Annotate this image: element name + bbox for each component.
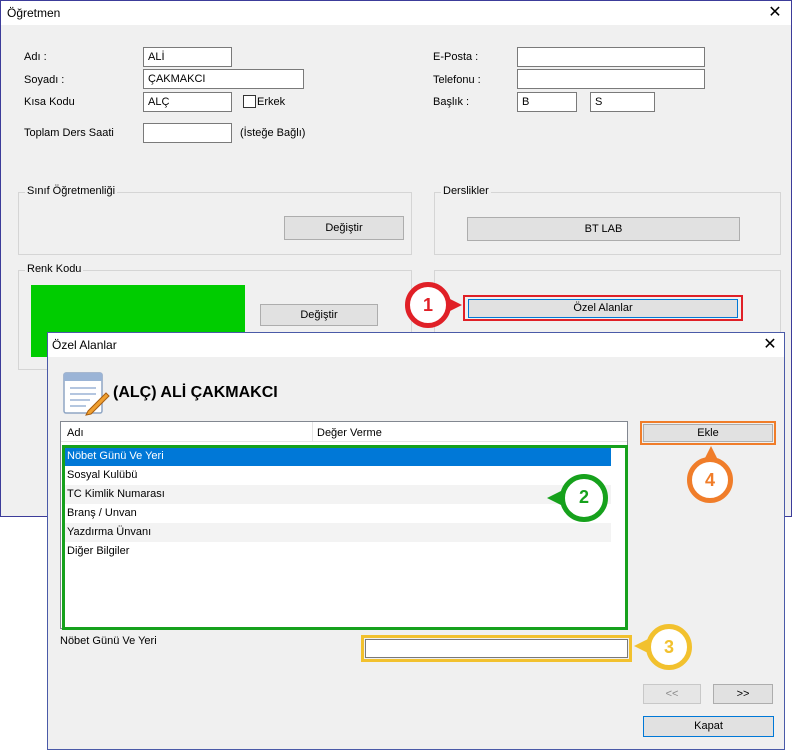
next-button[interactable]: >> [713,684,773,704]
courses-button[interactable]: BT LAB [467,217,740,241]
list-header-name-text: Adı [67,427,84,439]
step-4-number: 4 [704,470,715,490]
dialog-title: Özel Alanlar [52,338,117,352]
list-header-value[interactable]: Değer Verme [313,422,627,442]
name-label: Adı : [24,51,47,63]
custom-fields-button[interactable]: Özel Alanlar [468,299,738,318]
step-1-badge: 1 [405,282,451,328]
class-teacher-group: Sınıf Öğretmenliği Değiştir [18,185,412,255]
field-value-input[interactable] [365,639,628,658]
courses-group: Derslikler BT LAB [434,185,781,255]
dialog-close-icon[interactable]: ✕ [760,335,780,355]
short-code-label: Kısa Kodu [24,96,75,108]
title-bar: Öğretmen ✕ [1,1,791,25]
male-checkbox-label: Erkek [257,96,286,108]
window-title: Öğretmen [7,6,61,20]
dialog-header: (ALÇ) ALİ ÇAKMAKCI [113,384,278,401]
name-field[interactable]: ALİ [143,47,232,67]
email-label: E-Posta : [433,51,479,63]
step-3-number: 3 [663,637,674,657]
step-2-arrow-icon [547,491,561,505]
step-2-number: 2 [578,487,589,507]
previous-button[interactable]: << [643,684,701,704]
step-2-badge: 2 [560,474,608,522]
optional-label: (İsteğe Bağlı) [240,127,306,139]
step-3-badge: 3 [646,624,692,670]
title-start-field[interactable]: B [517,92,577,112]
custom-fields-dialog: Özel Alanlar ✕ (ALÇ) ALİ ÇAKMAKCI Adı De… [47,332,785,750]
email-field[interactable] [517,47,705,67]
short-code-field[interactable]: ALÇ [143,92,232,112]
color-change-button[interactable]: Değiştir [260,304,378,326]
field-name-label: Nöbet Günü Ve Yeri [60,635,157,647]
dialog-title-bar: Özel Alanlar ✕ [48,333,784,357]
step-4-badge: 4 [687,457,733,503]
step-1-number: 1 [422,295,433,315]
class-teacher-change-button[interactable]: Değiştir [284,216,404,240]
notepad-icon [63,372,110,416]
phone-label: Telefonu : [433,74,481,86]
list-header-value-text: Değer Verme [317,427,382,439]
close-dialog-button[interactable]: Kapat [643,716,774,737]
class-teacher-group-title: Sınıf Öğretmenliği [25,185,118,197]
phone-field[interactable] [517,69,705,89]
close-icon[interactable]: ✕ [765,3,785,23]
add-button[interactable]: Ekle [643,424,773,442]
total-hours-label: Toplam Ders Saati [24,127,114,139]
list-header-name[interactable]: Adı [61,422,313,442]
list-highlight [62,445,628,630]
step-3-arrow-icon [634,639,648,653]
courses-group-title: Derslikler [441,185,491,197]
color-code-group-title: Renk Kodu [25,263,84,275]
title-label: Başlık : [433,96,470,108]
step-1-arrow-icon [448,298,462,312]
male-checkbox[interactable] [243,95,256,108]
title-end-field[interactable]: S [590,92,655,112]
total-hours-field[interactable] [143,123,232,143]
step-4-arrow-icon [704,446,718,460]
surname-label: Soyadı : [24,74,65,86]
surname-field[interactable]: ÇAKMAKCI [143,69,304,89]
